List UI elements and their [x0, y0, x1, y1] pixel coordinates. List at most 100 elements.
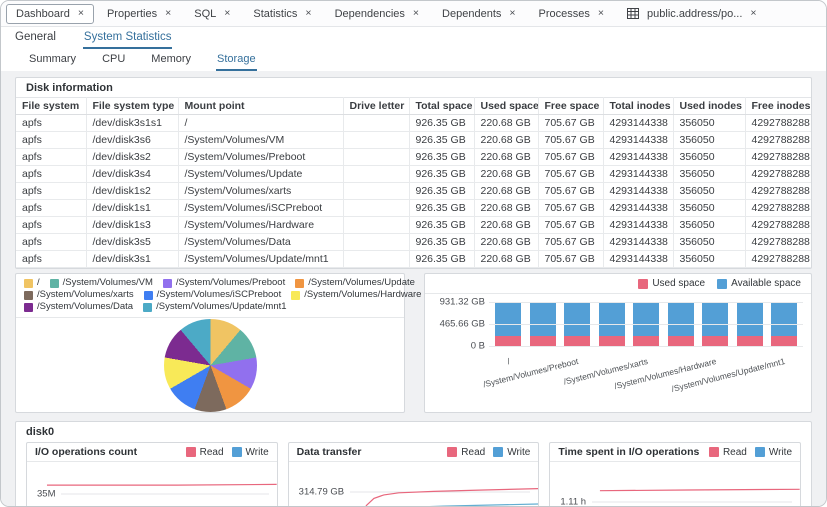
- panel-tab-bar: Dashboard×Properties×SQL×Statistics×Depe…: [1, 1, 826, 27]
- tab-storage[interactable]: Storage: [216, 51, 257, 71]
- table-cell: 705.67 GB: [538, 149, 603, 166]
- legend-label: Write: [769, 447, 792, 458]
- table-cell: /dev/disk3s1s1: [86, 115, 178, 132]
- close-tab-icon[interactable]: ×: [78, 8, 84, 19]
- legend-swatch: [232, 447, 242, 457]
- table-cell: 220.68 GB: [474, 166, 538, 183]
- table-cell: [343, 115, 409, 132]
- legend-swatch: [295, 279, 304, 288]
- mini-chart-legend: ReadWrite: [186, 447, 269, 458]
- legend-label: /System/Volumes/xarts: [37, 289, 134, 301]
- column-header-free-inodes[interactable]: Free inodes: [745, 98, 812, 115]
- tab-general[interactable]: General: [14, 29, 57, 49]
- legend-item-system-volumes-update: /System/Volumes/Update: [295, 277, 415, 289]
- table-cell: [343, 132, 409, 149]
- table-cell: 926.35 GB: [409, 200, 474, 217]
- table-row[interactable]: apfs/dev/disk3s1s1/926.35 GB220.68 GB705…: [16, 115, 812, 132]
- window-tab-label: Dependencies: [335, 8, 405, 20]
- table-cell: 926.35 GB: [409, 234, 474, 251]
- window-tab-statistics[interactable]: Statistics ×: [243, 4, 321, 24]
- close-tab-icon[interactable]: ×: [750, 8, 756, 19]
- table-row[interactable]: apfs/dev/disk3s6/System/Volumes/VM926.35…: [16, 132, 812, 149]
- legend-label: Read: [723, 447, 747, 458]
- table-row[interactable]: apfs/dev/disk3s4/System/Volumes/Update92…: [16, 166, 812, 183]
- available-space-segment: [702, 302, 728, 335]
- column-header-file-system-type[interactable]: File system type: [86, 98, 178, 115]
- available-space-segment: [737, 302, 763, 335]
- disk-information-panel: Disk information File systemFile system …: [15, 77, 812, 269]
- used-space-segment: [530, 336, 556, 346]
- table-row[interactable]: apfs/dev/disk1s1/System/Volumes/iSCPrebo…: [16, 200, 812, 217]
- window-tab-public-address-po[interactable]: public.address/po...×: [617, 4, 767, 24]
- pie-legend: //System/Volumes/VM/System/Volumes/Prebo…: [16, 274, 404, 318]
- table-row[interactable]: apfs/dev/disk3s5/System/Volumes/Data926.…: [16, 234, 812, 251]
- window-tab-sql[interactable]: SQL×: [184, 4, 240, 24]
- close-tab-icon[interactable]: ×: [413, 8, 419, 19]
- column-header-file-system[interactable]: File system: [16, 98, 86, 115]
- column-header-used-space[interactable]: Used space: [474, 98, 538, 115]
- window-tab-dependencies[interactable]: Dependencies ×: [325, 4, 429, 24]
- storage-charts-row: / /System/Volumes/VM/System/Volumes/Prebo…: [15, 273, 812, 413]
- column-header-used-inodes[interactable]: Used inodes: [673, 98, 745, 115]
- column-header-total-space[interactable]: Total space: [409, 98, 474, 115]
- column-header-mount-point[interactable]: Mount point: [178, 98, 343, 115]
- mini-chart-legend: ReadWrite: [447, 447, 530, 458]
- used-space-segment: [599, 336, 625, 346]
- table-cell: 4293144338: [603, 132, 673, 149]
- table-row[interactable]: apfs/dev/disk1s3/System/Volumes/Hardware…: [16, 217, 812, 234]
- table-cell: 220.68 GB: [474, 251, 538, 268]
- close-tab-icon[interactable]: ×: [224, 8, 230, 19]
- legend-item-system-volumes-hardware: /System/Volumes/Hardware: [291, 289, 421, 301]
- window-tab-properties[interactable]: Properties×: [97, 4, 181, 24]
- table-cell: 220.68 GB: [474, 115, 538, 132]
- table-cell: 356050: [673, 183, 745, 200]
- table-header-row: File systemFile system typeMount pointDr…: [16, 98, 812, 115]
- used-space-segment: [771, 336, 797, 346]
- disk-space-bar-panel: Used spaceAvailable space //System/Volum…: [424, 273, 812, 413]
- column-header-free-space[interactable]: Free space: [538, 98, 603, 115]
- legend-item-system-volumes-update-mnt1: /System/Volumes/Update/mnt1: [143, 301, 286, 313]
- available-space-segment: [633, 302, 659, 335]
- table-row[interactable]: apfs/dev/disk1s2/System/Volumes/xarts926…: [16, 183, 812, 200]
- available-space-segment: [530, 302, 556, 335]
- table-row[interactable]: apfs/dev/disk3s1/System/Volumes/Update/m…: [16, 251, 812, 268]
- table-cell: 4292788288: [745, 234, 812, 251]
- table-row[interactable]: apfs/dev/disk3s2/System/Volumes/Preboot9…: [16, 149, 812, 166]
- pgadmin-dashboard-window: Dashboard×Properties×SQL×Statistics×Depe…: [0, 0, 827, 507]
- table-cell: 4292788288: [745, 115, 812, 132]
- column-header-total-inodes[interactable]: Total inodes: [603, 98, 673, 115]
- disk-usage-pie-chart: [164, 319, 257, 412]
- window-tab-processes[interactable]: Processes×: [529, 4, 615, 24]
- table-cell: 4293144338: [603, 149, 673, 166]
- table-cell: /System/Volumes/Data: [178, 234, 343, 251]
- io-operations-count-panel: I/O operations countReadWrite35M30M: [26, 442, 278, 507]
- bar-x-tick-label: /: [506, 356, 511, 366]
- legend-swatch: [144, 291, 153, 300]
- tab-cpu[interactable]: CPU: [101, 51, 126, 71]
- table-cell: 220.68 GB: [474, 234, 538, 251]
- close-tab-icon[interactable]: ×: [509, 8, 515, 19]
- legend-label: /System/Volumes/Preboot: [176, 277, 285, 289]
- table-cell: 4292788288: [745, 217, 812, 234]
- table-cell: /System/Volumes/Hardware: [178, 217, 343, 234]
- close-tab-icon[interactable]: ×: [165, 8, 171, 19]
- tab-system-statistics[interactable]: System Statistics: [83, 29, 173, 49]
- pie-legend-row: /System/Volumes/Data/System/Volumes/Upda…: [24, 301, 396, 313]
- legend-item-system-volumes-vm: /System/Volumes/VM: [50, 277, 153, 289]
- tab-memory[interactable]: Memory: [150, 51, 192, 71]
- dashboard-tab-bar: General System Statistics: [1, 27, 826, 49]
- legend-label: /System/Volumes/Data: [37, 301, 133, 313]
- series-line-read: [47, 484, 277, 485]
- tab-summary[interactable]: Summary: [28, 51, 77, 71]
- window-tab-dashboard[interactable]: Dashboard ×: [6, 4, 94, 24]
- column-header-drive-letter[interactable]: Drive letter: [343, 98, 409, 115]
- table-cell: 926.35 GB: [409, 149, 474, 166]
- window-tab-label: Statistics: [253, 8, 297, 20]
- close-tab-icon[interactable]: ×: [305, 8, 311, 19]
- table-cell: 220.68 GB: [474, 149, 538, 166]
- legend-item-write: Write: [755, 447, 792, 458]
- window-tab-label: Dashboard: [16, 8, 70, 20]
- close-tab-icon[interactable]: ×: [598, 8, 604, 19]
- window-tab-dependents[interactable]: Dependents×: [432, 4, 525, 24]
- bar-gridline: [489, 324, 803, 325]
